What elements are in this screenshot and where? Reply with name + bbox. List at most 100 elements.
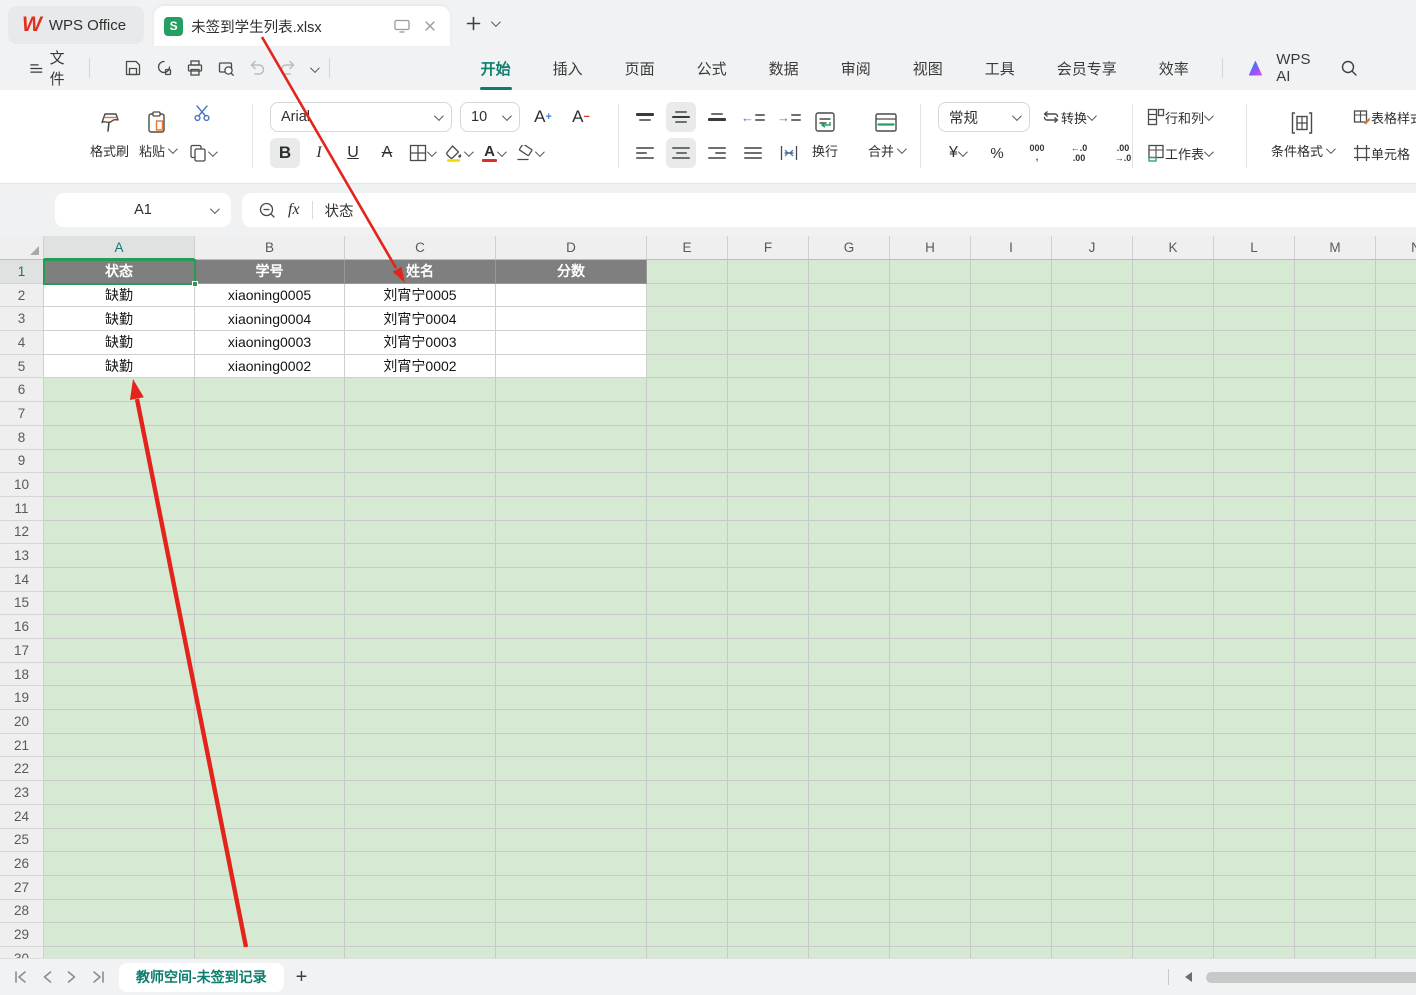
cell-D21[interactable] <box>496 734 647 758</box>
cell-L3[interactable] <box>1214 307 1295 331</box>
cell-L13[interactable] <box>1214 544 1295 568</box>
cell-E12[interactable] <box>647 521 728 545</box>
cell-A19[interactable] <box>44 686 195 710</box>
cell-E4[interactable] <box>647 331 728 355</box>
cell-I29[interactable] <box>971 923 1052 947</box>
column-header-G[interactable]: G <box>809 236 890 260</box>
cell-M12[interactable] <box>1295 521 1376 545</box>
row-header-16[interactable]: 16 <box>0 615 44 639</box>
cell-I17[interactable] <box>971 639 1052 663</box>
cell-I21[interactable] <box>971 734 1052 758</box>
cell-A28[interactable] <box>44 900 195 924</box>
cell-G5[interactable] <box>809 355 890 379</box>
cell-D14[interactable] <box>496 568 647 592</box>
cell-J14[interactable] <box>1052 568 1133 592</box>
cell-F15[interactable] <box>728 592 809 616</box>
row-header-21[interactable]: 21 <box>0 734 44 758</box>
rows-columns-button[interactable]: 行和列 <box>1144 102 1214 132</box>
cell-J4[interactable] <box>1052 331 1133 355</box>
cell-M1[interactable] <box>1295 260 1376 284</box>
fill-color-button[interactable] <box>441 138 474 168</box>
cell-K9[interactable] <box>1133 450 1214 474</box>
cell-C14[interactable] <box>345 568 496 592</box>
column-header-D[interactable]: D <box>496 236 647 260</box>
cell-B26[interactable] <box>195 852 345 876</box>
cell-M13[interactable] <box>1295 544 1376 568</box>
ribbon-tab-6[interactable]: 审阅 <box>820 49 892 88</box>
cell-F2[interactable] <box>728 284 809 308</box>
cell-H11[interactable] <box>890 497 971 521</box>
cell-H18[interactable] <box>890 663 971 687</box>
row-header-22[interactable]: 22 <box>0 757 44 781</box>
cell-E15[interactable] <box>647 592 728 616</box>
justify-button[interactable] <box>738 138 768 168</box>
cell-L29[interactable] <box>1214 923 1295 947</box>
cell-F23[interactable] <box>728 781 809 805</box>
cell-B18[interactable] <box>195 663 345 687</box>
customize-quick-access-chevron-icon[interactable] <box>310 60 317 77</box>
cell-A18[interactable] <box>44 663 195 687</box>
cell-H3[interactable] <box>890 307 971 331</box>
cell-A9[interactable] <box>44 450 195 474</box>
cell-K17[interactable] <box>1133 639 1214 663</box>
cell-F30[interactable] <box>728 947 809 958</box>
cell-J7[interactable] <box>1052 402 1133 426</box>
cell-M23[interactable] <box>1295 781 1376 805</box>
cell-B1[interactable]: 学号 <box>195 260 345 284</box>
cell-B8[interactable] <box>195 426 345 450</box>
cell-E19[interactable] <box>647 686 728 710</box>
cell-M30[interactable] <box>1295 947 1376 958</box>
cell-G24[interactable] <box>809 805 890 829</box>
row-header-9[interactable]: 9 <box>0 450 44 474</box>
cell-E18[interactable] <box>647 663 728 687</box>
cell-E11[interactable] <box>647 497 728 521</box>
cell-F21[interactable] <box>728 734 809 758</box>
cell-E14[interactable] <box>647 568 728 592</box>
print-preview-icon[interactable] <box>217 59 235 77</box>
wps-ai-label[interactable]: WPS AI <box>1276 51 1318 85</box>
cell-N22[interactable] <box>1376 757 1416 781</box>
cell-G19[interactable] <box>809 686 890 710</box>
cell-J13[interactable] <box>1052 544 1133 568</box>
cell-M11[interactable] <box>1295 497 1376 521</box>
cell-J8[interactable] <box>1052 426 1133 450</box>
cell-B9[interactable] <box>195 450 345 474</box>
first-sheet-icon[interactable] <box>14 971 28 983</box>
cell-L6[interactable] <box>1214 378 1295 402</box>
cell-A29[interactable] <box>44 923 195 947</box>
cell-N16[interactable] <box>1376 615 1416 639</box>
cell-E20[interactable] <box>647 710 728 734</box>
font-name-select[interactable]: Arial <box>270 102 452 132</box>
cell-I14[interactable] <box>971 568 1052 592</box>
column-header-F[interactable]: F <box>728 236 809 260</box>
search-icon[interactable] <box>1340 59 1358 77</box>
cell-H26[interactable] <box>890 852 971 876</box>
cell-H10[interactable] <box>890 473 971 497</box>
cell-A13[interactable] <box>44 544 195 568</box>
align-right-button[interactable] <box>702 138 732 168</box>
cell-G20[interactable] <box>809 710 890 734</box>
cell-L20[interactable] <box>1214 710 1295 734</box>
cell-L14[interactable] <box>1214 568 1295 592</box>
cell-L10[interactable] <box>1214 473 1295 497</box>
cell-K14[interactable] <box>1133 568 1214 592</box>
cell-E24[interactable] <box>647 805 728 829</box>
cell-G7[interactable] <box>809 402 890 426</box>
cell-M6[interactable] <box>1295 378 1376 402</box>
cell-G16[interactable] <box>809 615 890 639</box>
horizontal-scrollbar[interactable] <box>1206 972 1416 983</box>
column-header-E[interactable]: E <box>647 236 728 260</box>
cell-J16[interactable] <box>1052 615 1133 639</box>
row-header-3[interactable]: 3 <box>0 307 44 331</box>
column-header-B[interactable]: B <box>195 236 345 260</box>
cell-D27[interactable] <box>496 876 647 900</box>
fill-handle[interactable] <box>192 281 198 287</box>
cell-M9[interactable] <box>1295 450 1376 474</box>
cell-J27[interactable] <box>1052 876 1133 900</box>
cell-J24[interactable] <box>1052 805 1133 829</box>
cell-N13[interactable] <box>1376 544 1416 568</box>
cell-J23[interactable] <box>1052 781 1133 805</box>
cell-I15[interactable] <box>971 592 1052 616</box>
cell-L1[interactable] <box>1214 260 1295 284</box>
cell-F27[interactable] <box>728 876 809 900</box>
